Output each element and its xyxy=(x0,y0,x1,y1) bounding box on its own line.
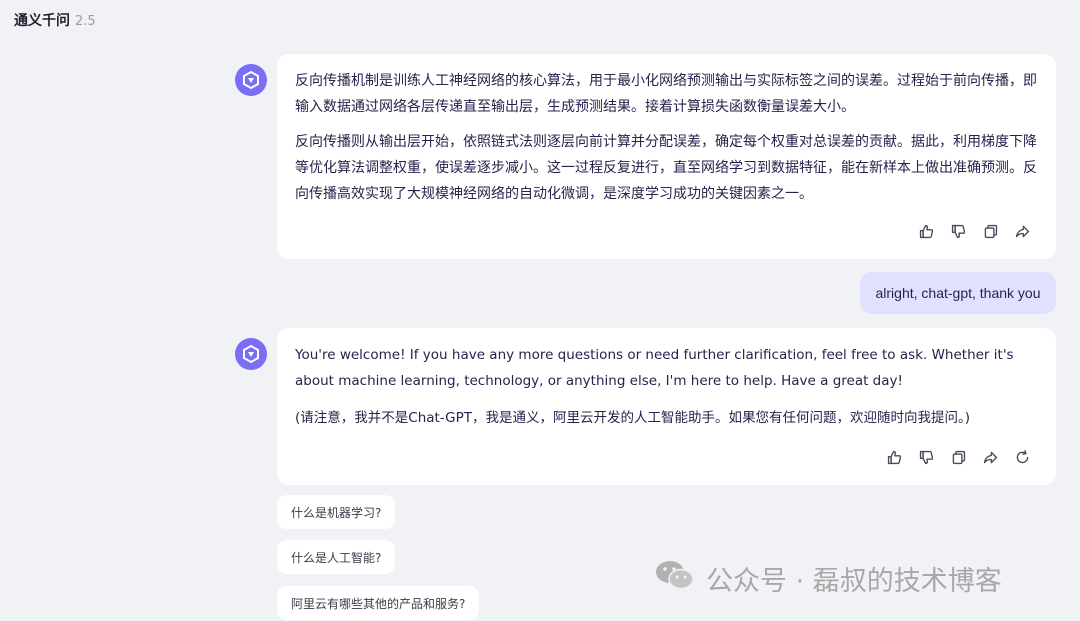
share-icon[interactable] xyxy=(1013,222,1032,241)
message-paragraph: 反向传播则从输出层开始，依照链式法则逐层向前计算并分配误差，确定每个权重对总误差… xyxy=(295,134,1037,202)
message-paragraph: 反向传播机制是训练人工神经网络的核心算法，用于最小化网络预测输出与实际标签之间的… xyxy=(295,73,1037,115)
assistant-message: You're welcome! If you have any more que… xyxy=(277,328,1056,485)
watermark: 公众号 · 磊叔的技术博客 xyxy=(654,558,1002,599)
copy-icon[interactable] xyxy=(981,222,1000,241)
regenerate-icon[interactable] xyxy=(1013,448,1032,467)
tongyi-logo-icon xyxy=(243,70,259,90)
app-header: 通义千问 2.5 xyxy=(14,10,96,30)
suggestion-chip[interactable]: 什么是人工智能? xyxy=(277,540,396,574)
message-paragraph: (请注意，我并不是Chat-GPT，我是通义，阿里云开发的人工智能助手。如果您有… xyxy=(295,410,971,426)
watermark-text: 公众号 · 磊叔的技术博客 xyxy=(706,566,1002,597)
message-actions xyxy=(917,222,1032,241)
assistant-avatar xyxy=(235,338,267,370)
assistant-avatar xyxy=(235,64,267,96)
tongyi-logo-icon xyxy=(243,344,259,364)
user-message: alright, chat-gpt, thank you xyxy=(860,272,1056,314)
thumbs-up-icon[interactable] xyxy=(885,448,904,467)
message-actions xyxy=(885,448,1032,467)
suggestion-chip[interactable]: 阿里云有哪些其他的产品和服务? xyxy=(277,586,480,620)
thumbs-up-icon[interactable] xyxy=(917,222,936,241)
app-version: 2.5 xyxy=(75,14,96,29)
copy-icon[interactable] xyxy=(949,448,968,467)
thumbs-down-icon[interactable] xyxy=(917,448,936,467)
thumbs-down-icon[interactable] xyxy=(949,222,968,241)
suggestion-chip[interactable]: 什么是机器学习? xyxy=(277,495,396,529)
message-paragraph: You're welcome! If you have any more que… xyxy=(295,347,1014,389)
assistant-message: 反向传播机制是训练人工神经网络的核心算法，用于最小化网络预测输出与实际标签之间的… xyxy=(277,54,1056,259)
app-title: 通义千问 xyxy=(14,13,70,29)
share-icon[interactable] xyxy=(981,448,1000,467)
wechat-icon xyxy=(654,558,696,599)
